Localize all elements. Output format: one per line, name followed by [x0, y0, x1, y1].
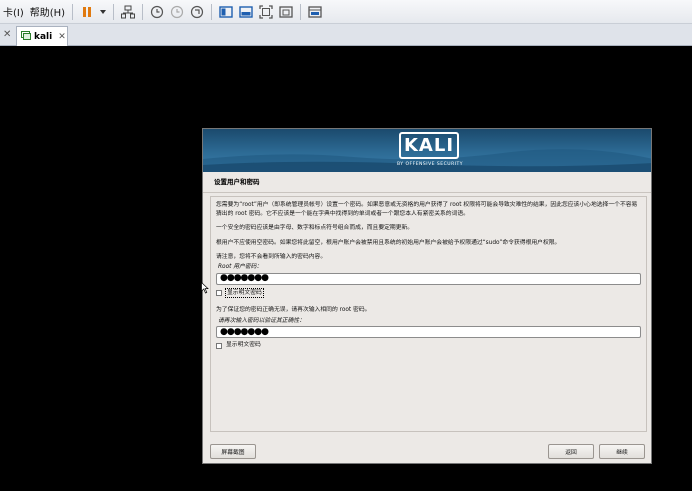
network-icon[interactable] [119, 3, 137, 21]
snapshot-manager-icon[interactable] [188, 3, 206, 21]
tab-kali[interactable]: kali ✕ [16, 26, 68, 46]
checkbox-box[interactable] [216, 342, 222, 349]
show-password-label: 显示明文密码 [225, 287, 264, 299]
toolbar-separator [113, 3, 115, 20]
section-title: 设置用户和密码 [203, 172, 651, 193]
paragraph-confirm: 为了保证您的密码正确无误，请再次输入相同的 root 密码。 [216, 307, 371, 314]
kali-logo-subtitle: BY OFFENSIVE SECURITY [396, 162, 464, 167]
library-icon[interactable] [306, 3, 324, 21]
close-icon[interactable]: ✕ [3, 29, 11, 40]
host-toolbar: 卡(I) 帮助(H) [0, 0, 692, 24]
paragraph-secure-password: 一个安全的密码应该是由字母、数字和标点符号组合而成，而且要定期更新。 [216, 225, 414, 232]
kali-banner: KALI BY OFFENSIVE SECURITY [203, 129, 651, 172]
tab-label: kali [34, 31, 53, 42]
close-icon[interactable]: ✕ [58, 32, 66, 42]
paragraph-root-intro: 您需要为“root”用户（即系统管理员帐号）设置一个密码。如果恶意或无资格的用户… [216, 202, 638, 217]
toolbar-separator [211, 3, 213, 20]
checkbox-box[interactable] [216, 289, 222, 296]
toolbar-separator [300, 3, 302, 20]
content-panel: 您需要为“root”用户（即系统管理员帐号）设置一个密码。如果恶意或无资格的用户… [210, 196, 647, 432]
pause-icon[interactable] [78, 3, 96, 21]
menu-help[interactable]: 帮助(H) [27, 4, 68, 19]
screenshot-button[interactable]: 屏幕截图 [210, 444, 256, 459]
console-view-icon[interactable] [217, 3, 235, 21]
vm-icon [21, 30, 31, 43]
show-password-checkbox[interactable]: 显示明文密码 [216, 287, 641, 299]
toolbar-separator [142, 3, 144, 20]
kali-logo: KALI [399, 132, 459, 159]
toolbar-separator [72, 3, 74, 20]
tab-bar: ✕ kali ✕ [0, 24, 692, 46]
continue-button[interactable]: 继续 [599, 444, 645, 459]
paragraph-empty-password: 根用户不应使用空密码。如果您将此留空，根用户账户会被禁用且系统的初始用户账户会被… [216, 239, 561, 246]
unity-view-icon[interactable] [237, 3, 255, 21]
mouse-cursor-icon [201, 282, 209, 294]
paragraph-note: 请注意，您将不会看到所输入的密码内容。 [216, 254, 327, 261]
back-button[interactable]: 返回 [548, 444, 594, 459]
snapshot-icon[interactable] [148, 3, 166, 21]
root-password-input[interactable]: ●●●●●●● [216, 272, 641, 285]
fullscreen-icon[interactable] [257, 3, 275, 21]
chevron-down-icon[interactable] [98, 3, 108, 21]
confirm-password-label: 请再次输入密码以验证其正确性： [218, 317, 305, 324]
menu-card[interactable]: 卡(I) [0, 4, 27, 19]
show-password-label-2: 显示明文密码 [226, 342, 261, 349]
installer-window: KALI BY OFFENSIVE SECURITY 设置用户和密码 您需要为“… [202, 128, 652, 464]
show-password-checkbox-2[interactable]: 显示明文密码 [216, 341, 641, 350]
snapshot-restore-icon[interactable] [168, 3, 186, 21]
confirm-password-input[interactable]: ●●●●●●● [216, 326, 641, 339]
root-password-label: Root 用户密码： [218, 263, 263, 270]
window-icon[interactable] [277, 3, 295, 21]
